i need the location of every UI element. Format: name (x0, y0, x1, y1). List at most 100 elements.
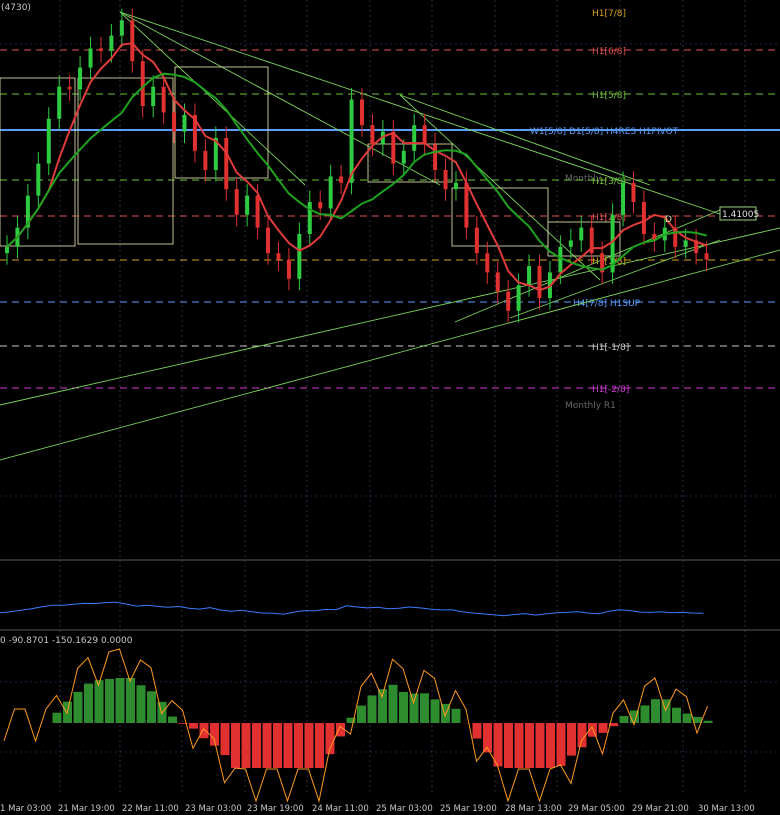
trend-line-2 (0, 227, 780, 406)
x-tick-label: 21 Mar 19:00 (58, 804, 115, 814)
osc-bar-61 (640, 705, 650, 723)
osc-bar-24 (252, 723, 261, 768)
osc-bar-37 (388, 684, 398, 723)
osc-bar-52 (546, 723, 555, 768)
candle-body-13 (140, 61, 145, 106)
candle-body-35 (370, 125, 375, 145)
ma-slow-line (6, 72, 707, 271)
oscillator-panel (3, 648, 713, 803)
x-tick-label: 29 Mar 21:00 (632, 804, 689, 814)
x-tick-label: 29 Mar 05:00 (568, 804, 625, 814)
candle-body-60 (631, 182, 636, 202)
level-label-1: H1[6/8] (592, 47, 626, 57)
osc-bar-53 (556, 723, 566, 766)
osc-bar-8 (84, 683, 93, 723)
candle-body-43 (453, 182, 458, 190)
osc-bar-25 (262, 723, 272, 768)
osc-bar-66 (693, 716, 702, 723)
candle-body-15 (161, 86, 166, 113)
candle-body-24 (255, 195, 260, 228)
candle-body-11 (119, 20, 124, 36)
osc-bar-5 (52, 712, 62, 723)
level-label-10: H1[-2/8] (592, 385, 629, 395)
osc-bar-10 (105, 678, 114, 723)
osc-bar-51 (535, 723, 545, 768)
x-tick-label: 25 Mar 03:00 (376, 804, 433, 814)
candle-body-27 (286, 259, 291, 279)
level-label-6: H1[2/8] (592, 213, 626, 223)
candle-body-32 (339, 176, 344, 183)
osc-bar-35 (367, 695, 377, 723)
candle-body-51 (537, 266, 542, 298)
osc-bar-23 (241, 723, 251, 768)
osc-bar-27 (283, 723, 293, 768)
osc-bar-39 (409, 693, 419, 723)
candle-body-38 (401, 150, 406, 164)
candle-body-46 (485, 253, 490, 273)
candle-body-12 (130, 20, 135, 62)
osc-bar-30 (315, 723, 324, 768)
trend-line-3 (0, 249, 780, 461)
osc-bar-40 (420, 693, 429, 723)
x-tick-label: 23 Mar 03:00 (185, 804, 242, 814)
osc-bar-9 (94, 680, 104, 723)
price-chart: H1[7/8] H1[6/8] H1[5/8] W1[5/8] D1[5/8] H4R… (0, 0, 780, 814)
osc-bar-19 (199, 723, 209, 739)
candle-body-34 (360, 99, 364, 126)
candle-body-65 (683, 240, 688, 247)
candle-body-49 (516, 285, 521, 311)
level-label-9: H1[-1/8] (592, 343, 629, 353)
osc-bar-21 (220, 723, 230, 756)
x-axis: 1 Mar 03:00 21 Mar 19:00 22 Mar 11:00 23 Ma… (0, 804, 755, 814)
range-box-1 (77, 77, 174, 245)
x-tick-label: 23 Mar 19:00 (247, 804, 304, 814)
candle-body-59 (621, 182, 626, 215)
candle-body-54 (568, 240, 573, 247)
osc-bar-41 (430, 699, 440, 723)
chart-grid (0, 0, 780, 795)
osc-bar-59 (619, 716, 629, 723)
trend-line-8 (399, 94, 651, 186)
osc-bar-11 (115, 678, 125, 723)
trend-line-4 (119, 11, 306, 186)
candle-body-0 (5, 246, 9, 254)
candle-body-25 (266, 227, 271, 254)
osc-bar-13 (136, 685, 146, 723)
candle-body-21 (224, 138, 229, 190)
candle-body-8 (88, 48, 93, 68)
candle-body-30 (318, 202, 323, 209)
d-marker: D (665, 215, 672, 225)
osc-bar-34 (357, 705, 366, 723)
candle-body-45 (474, 227, 479, 254)
osc-bar-26 (273, 723, 282, 768)
candle-body-47 (495, 272, 500, 292)
osc-bar-7 (73, 691, 83, 723)
osc-bar-50 (525, 723, 534, 768)
candle-body-22 (234, 189, 239, 215)
candle-body-48 (506, 291, 511, 311)
osc-bar-16 (168, 716, 177, 723)
candle-body-23 (245, 195, 250, 215)
osc-bar-38 (399, 691, 408, 723)
osc-bar-64 (672, 707, 681, 723)
osc-bar-29 (304, 723, 314, 768)
candle-body-26 (276, 253, 281, 260)
panel-separators (0, 559, 780, 631)
symbol-label: (4730) (1, 3, 31, 13)
level-label-11: Monthly R1 (565, 401, 616, 411)
candle-body-19 (203, 150, 208, 170)
candle-body-6 (67, 86, 72, 90)
range-box-3 (367, 143, 453, 183)
candle-body-16 (172, 112, 177, 132)
candle-body-44 (464, 182, 469, 228)
x-tick-label: 28 Mar 13:00 (505, 804, 562, 814)
candle-body-42 (443, 170, 448, 190)
osc-bar-49 (514, 723, 524, 768)
level-label-8: H4[7/8] H1SUP (573, 299, 641, 309)
candle-body-14 (151, 86, 156, 106)
candle-body-29 (307, 202, 312, 234)
candle-body-39 (412, 125, 417, 151)
osc-bar-67 (703, 720, 713, 723)
osc-bar-12 (126, 678, 135, 723)
candle-body-10 (109, 35, 114, 51)
